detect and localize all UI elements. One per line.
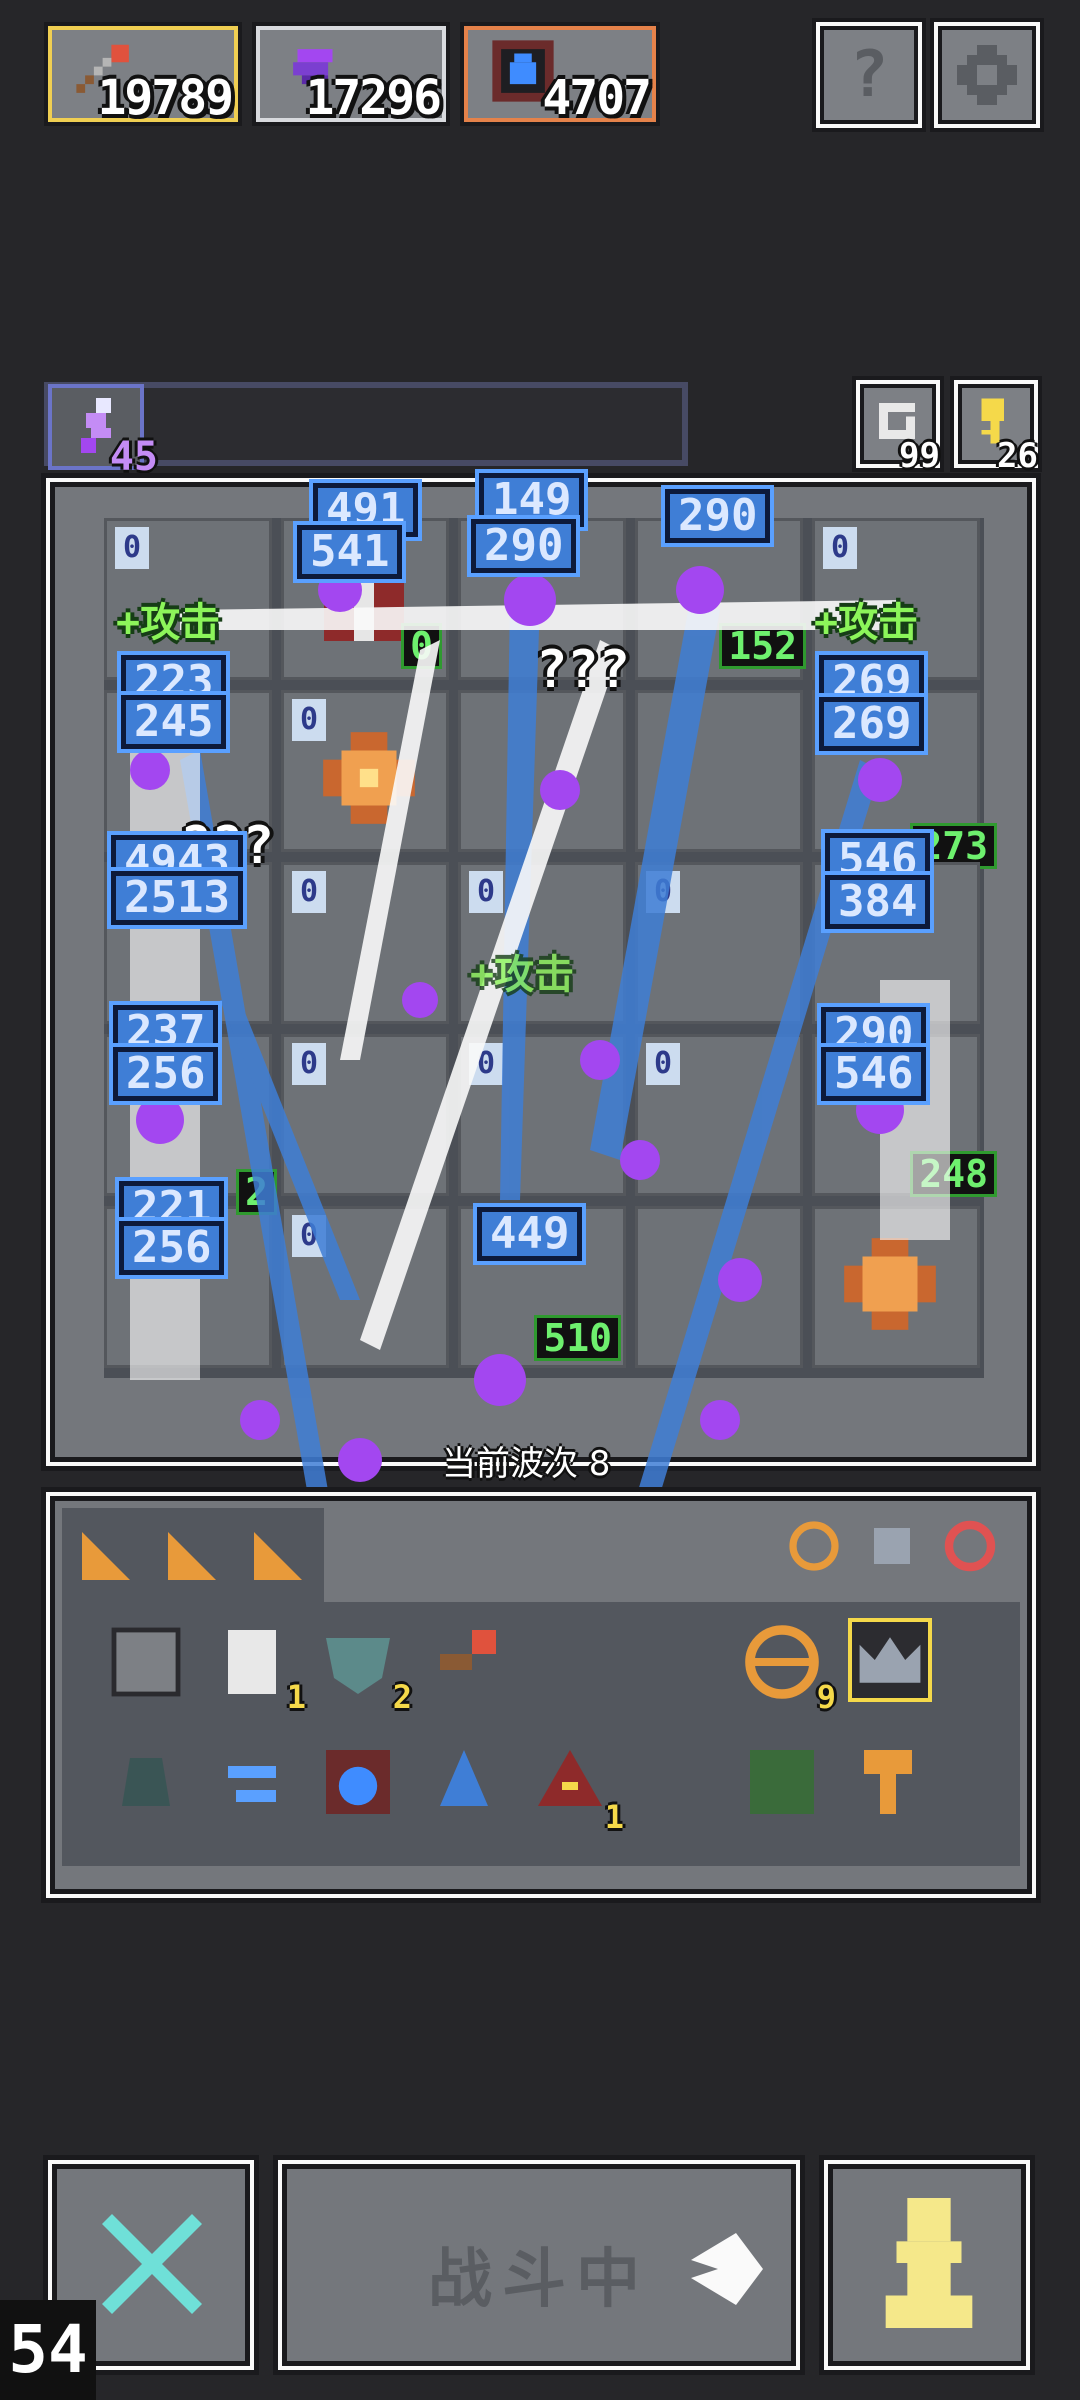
- attack-buff-text: +攻击: [814, 600, 919, 646]
- inventory-slot[interactable]: 2: [318, 1622, 412, 1716]
- damage-number: 256: [118, 1052, 214, 1096]
- damage-number: 541: [302, 530, 398, 574]
- purple-particle: [676, 566, 724, 614]
- damage-number: 384: [830, 880, 926, 924]
- purple-particle: [718, 1258, 762, 1302]
- wedge-icon[interactable]: [76, 1526, 136, 1586]
- attack-buff-text: +攻击: [470, 952, 575, 998]
- close-icon: [102, 2214, 202, 2314]
- purple-particle: [540, 770, 580, 810]
- heart-shield-icon: [326, 1638, 390, 1694]
- purple-particle: [402, 982, 438, 1018]
- hood-icon: [538, 1750, 602, 1806]
- damage-number: 2513: [116, 876, 238, 920]
- totem-icon: [864, 1750, 912, 1814]
- damage-number: 256: [124, 1226, 220, 1270]
- damage-number: 269: [824, 702, 920, 746]
- damage-number: 546: [826, 1052, 922, 1096]
- purple-particle: [858, 758, 902, 802]
- bell-icon: [122, 1758, 170, 1806]
- lifebuoy-icon[interactable]: [940, 1516, 1000, 1576]
- purple-particle: [338, 1438, 382, 1482]
- damage-number: 290: [670, 494, 766, 538]
- inventory-panel: 1 2 9 1: [46, 1492, 1036, 1898]
- slot-count: 1: [604, 1798, 624, 1836]
- damage-number: 290: [476, 524, 572, 568]
- water-orb-icon: [326, 1750, 390, 1814]
- slot-count: 9: [816, 1678, 836, 1716]
- orb-ring-icon: [745, 1625, 819, 1699]
- inventory-slot[interactable]: [848, 1742, 932, 1826]
- damage-number: 449: [482, 1212, 578, 1256]
- wedge-icon[interactable]: [162, 1526, 222, 1586]
- water-beam: [220, 1000, 360, 1300]
- moss-tile-icon: [750, 1750, 814, 1814]
- inventory-slot[interactable]: [424, 1742, 508, 1826]
- ice-shard-icon: [440, 1750, 488, 1806]
- inventory-slot[interactable]: 1: [530, 1742, 624, 1836]
- helmet-icon[interactable]: [862, 1516, 922, 1576]
- character-button[interactable]: [824, 2160, 1030, 2370]
- crown-icon: [859, 1637, 921, 1683]
- inventory-slot[interactable]: [212, 1742, 296, 1826]
- damage-number: 245: [126, 700, 222, 744]
- purple-particle: [700, 1400, 740, 1440]
- unknown-text: ???: [536, 640, 630, 700]
- purple-particle: [474, 1354, 526, 1406]
- wind-icon: [228, 1766, 276, 1802]
- attack-buff-text: +攻击: [116, 600, 221, 646]
- slot-count: 2: [392, 1678, 412, 1716]
- purple-particle: [620, 1140, 660, 1180]
- scroll-icon: [228, 1630, 276, 1694]
- damage-number: 149: [484, 478, 580, 522]
- pawn-icon: [885, 2198, 973, 2328]
- stone-tile-icon: [111, 1627, 181, 1697]
- purple-particle: [580, 1040, 620, 1080]
- inventory-slot[interactable]: [742, 1742, 826, 1826]
- inventory-tabs: [62, 1508, 324, 1602]
- purple-particle: [504, 574, 556, 626]
- purple-particle: [136, 1096, 184, 1144]
- ring-icon[interactable]: [784, 1516, 844, 1576]
- inventory-slot[interactable]: [848, 1618, 932, 1702]
- fps-counter: 54: [0, 2300, 96, 2400]
- inventory-slot[interactable]: [106, 1742, 190, 1826]
- fight-button[interactable]: 战斗中: [278, 2160, 800, 2370]
- purple-particle: [240, 1400, 280, 1440]
- wedge-icon[interactable]: [248, 1526, 308, 1586]
- inventory-slot[interactable]: [424, 1622, 508, 1706]
- slot-count: 1: [286, 1678, 306, 1716]
- wave-indicator: 当前波次 8: [442, 1444, 611, 1484]
- purple-particle: [130, 750, 170, 790]
- inventory-slot[interactable]: 9: [742, 1622, 836, 1716]
- inventory-slot[interactable]: [318, 1742, 402, 1826]
- arrow-icon: [440, 1630, 496, 1670]
- inventory-slot[interactable]: [106, 1622, 190, 1706]
- inventory-grid: 1 2 9 1: [62, 1602, 1020, 1866]
- speed-arrow-icon: [691, 2233, 763, 2305]
- inventory-slot[interactable]: 1: [212, 1622, 306, 1716]
